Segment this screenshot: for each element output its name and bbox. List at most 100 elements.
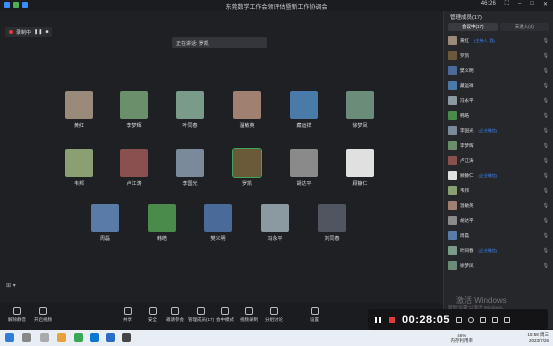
edge-icon[interactable] <box>90 333 99 342</box>
memory-indicator: 46% 内存利用率 <box>450 333 474 343</box>
mic-icon[interactable]: 🎙 <box>543 68 549 74</box>
member-row[interactable]: 冯永平 🎙 <box>444 93 553 108</box>
mic-icon[interactable]: 🎙 <box>543 233 549 239</box>
mic-icon[interactable]: 🎙 <box>543 128 549 134</box>
member-row[interactable]: 李梦辉 🎙 <box>444 138 553 153</box>
mic-icon[interactable]: 🎙 <box>543 188 549 194</box>
avatar <box>65 91 93 119</box>
settings-button[interactable]: 设置 <box>310 307 319 323</box>
close-button[interactable]: ✕ <box>543 1 548 8</box>
mic-icon[interactable]: 🎙 <box>543 143 549 149</box>
stop-icon[interactable] <box>388 316 396 324</box>
member-row[interactable]: 韩皓 🎙 <box>444 108 553 123</box>
member-row[interactable]: 韦邦 🎙 <box>444 183 553 198</box>
video-record-button[interactable]: 视频录制 <box>240 307 258 323</box>
participant-tile[interactable]: 藏运祥 <box>287 91 321 131</box>
wechat-icon[interactable] <box>74 333 83 342</box>
security-button[interactable]: 安全 <box>148 307 157 323</box>
participant-tile[interactable]: 黄红 <box>62 91 96 131</box>
member-name: 黄红 <box>460 37 469 43</box>
participant-tile[interactable]: 刘同春 <box>315 204 349 244</box>
mic-icon[interactable]: 🎙 <box>543 38 549 44</box>
task-view-icon[interactable] <box>40 333 49 342</box>
maximize-button[interactable]: □ <box>530 1 534 8</box>
avatar <box>346 91 374 119</box>
participant-tile[interactable]: 顾静仁 <box>343 149 377 189</box>
settings-icon[interactable] <box>492 316 499 323</box>
avatar <box>176 149 204 177</box>
participant-tile[interactable]: 李国光 <box>173 149 207 189</box>
meeting-mode-icon <box>221 307 229 315</box>
pause-icon[interactable] <box>374 316 382 324</box>
manage-members-button[interactable]: 管理成员(17) <box>188 307 214 323</box>
explorer-icon[interactable] <box>57 333 66 342</box>
avatar <box>91 204 119 232</box>
camera-icon[interactable] <box>468 316 475 323</box>
share-button[interactable]: 共享 <box>123 307 132 323</box>
member-row[interactable]: 胡达平 🎙 <box>444 213 553 228</box>
mic-icon[interactable]: 🎙 <box>543 203 549 209</box>
member-row[interactable]: 周磊 🎙 <box>444 228 553 243</box>
mic-icon[interactable]: 🎙 <box>543 158 549 164</box>
member-row[interactable]: 温敏英 🎙 <box>444 198 553 213</box>
member-row[interactable]: 顾静仁 (企业微信) 🎙 <box>444 168 553 183</box>
tab-not-joined[interactable]: 未进入(4) <box>499 23 549 31</box>
participant-tile[interactable]: 樊义明 <box>201 204 235 244</box>
member-row[interactable]: 黄红 (主持人, 我) 🎙 <box>444 33 553 48</box>
mic-icon[interactable]: 🎙 <box>543 263 549 269</box>
avatar <box>448 246 457 255</box>
member-row[interactable]: 樊义明 🎙 <box>444 63 553 78</box>
invite-button[interactable]: 邀请参会 <box>166 307 184 323</box>
member-row[interactable]: 卢江涛 🎙 <box>444 153 553 168</box>
system-clock[interactable]: 15:58 周三 2023/7/26 <box>527 332 549 343</box>
start-video-button[interactable]: 开启视频 <box>34 307 52 323</box>
member-row[interactable]: 徐梦凤 🎙 <box>444 258 553 273</box>
participant-tile[interactable]: 周磊 <box>88 204 122 244</box>
breakout-button[interactable]: 分组讨论 <box>265 307 283 323</box>
start-icon[interactable] <box>5 333 14 342</box>
participant-tile[interactable]: 韩皓 <box>145 204 179 244</box>
fullscreen-icon[interactable]: ⛶ <box>505 1 509 8</box>
mic-icon[interactable]: 🎙 <box>543 98 549 104</box>
member-row[interactable]: 藏运祥 🎙 <box>444 78 553 93</box>
pause-icon[interactable]: ❚❚ <box>34 29 42 35</box>
participant-tile[interactable]: 徐梦凤 <box>343 91 377 131</box>
unmute-button[interactable]: 解除静音 <box>8 307 26 323</box>
member-row[interactable]: 罗凯 🎙 <box>444 48 553 63</box>
avatar <box>318 204 346 232</box>
mic-icon[interactable]: 🎙 <box>543 248 549 254</box>
view-layout-icon[interactable]: ⊞ ▾ <box>6 282 16 289</box>
participant-tile[interactable]: 冯永平 <box>258 204 292 244</box>
stop-icon[interactable]: ■ <box>45 29 48 35</box>
member-name: 冯永平 <box>460 97 474 103</box>
video-area: 录制中 ❚❚ ■ 正在讲话: 罗凯 黄红 李梦辉 叶同春 温敏英 藏运祥 徐梦凤 韦邦 卢江涛… <box>0 11 443 303</box>
recorder-app-icon[interactable] <box>122 333 131 342</box>
mic-icon[interactable]: 🎙 <box>543 53 549 59</box>
minimize-button[interactable]: – <box>518 1 521 8</box>
mic-icon[interactable]: 🎙 <box>543 113 549 119</box>
member-tag: (企业微信) <box>478 172 498 178</box>
search-icon[interactable] <box>22 333 31 342</box>
participant-tile[interactable]: 叶同春 <box>173 91 207 131</box>
screenshot-icon[interactable] <box>456 316 463 323</box>
participant-tile[interactable]: 罗凯 <box>230 148 264 189</box>
meeting-mode-button[interactable]: 会中模式 <box>216 307 234 323</box>
mic-icon[interactable]: 🎙 <box>543 83 549 89</box>
tab-in-meeting[interactable]: 会议中(17) <box>448 23 498 31</box>
member-row[interactable]: 叶同春 (企业微信) 🎙 <box>444 243 553 258</box>
close-icon[interactable] <box>504 316 511 323</box>
meeting-app-icon[interactable] <box>106 333 115 342</box>
participant-tile[interactable]: 胡达平 <box>287 149 321 189</box>
panel-title: 管理成员(17) <box>450 15 482 21</box>
participant-tile[interactable]: 温敏英 <box>230 91 264 131</box>
recorder-timer: 00:28:05 <box>402 313 451 326</box>
mic-icon[interactable]: 🎙 <box>543 218 549 224</box>
participant-tile[interactable]: 李梦辉 <box>117 91 151 131</box>
mic-icon[interactable]: 🎙 <box>543 173 549 179</box>
participant-tile[interactable]: 卢江涛 <box>117 149 151 189</box>
participant-name: 温敏英 <box>239 123 255 129</box>
member-row[interactable]: 李国光 (企业微信) 🎙 <box>444 123 553 138</box>
pen-icon[interactable] <box>480 316 487 323</box>
participant-tile[interactable]: 韦邦 <box>62 149 96 189</box>
recording-badge[interactable]: 录制中 ❚❚ ■ <box>5 27 53 37</box>
